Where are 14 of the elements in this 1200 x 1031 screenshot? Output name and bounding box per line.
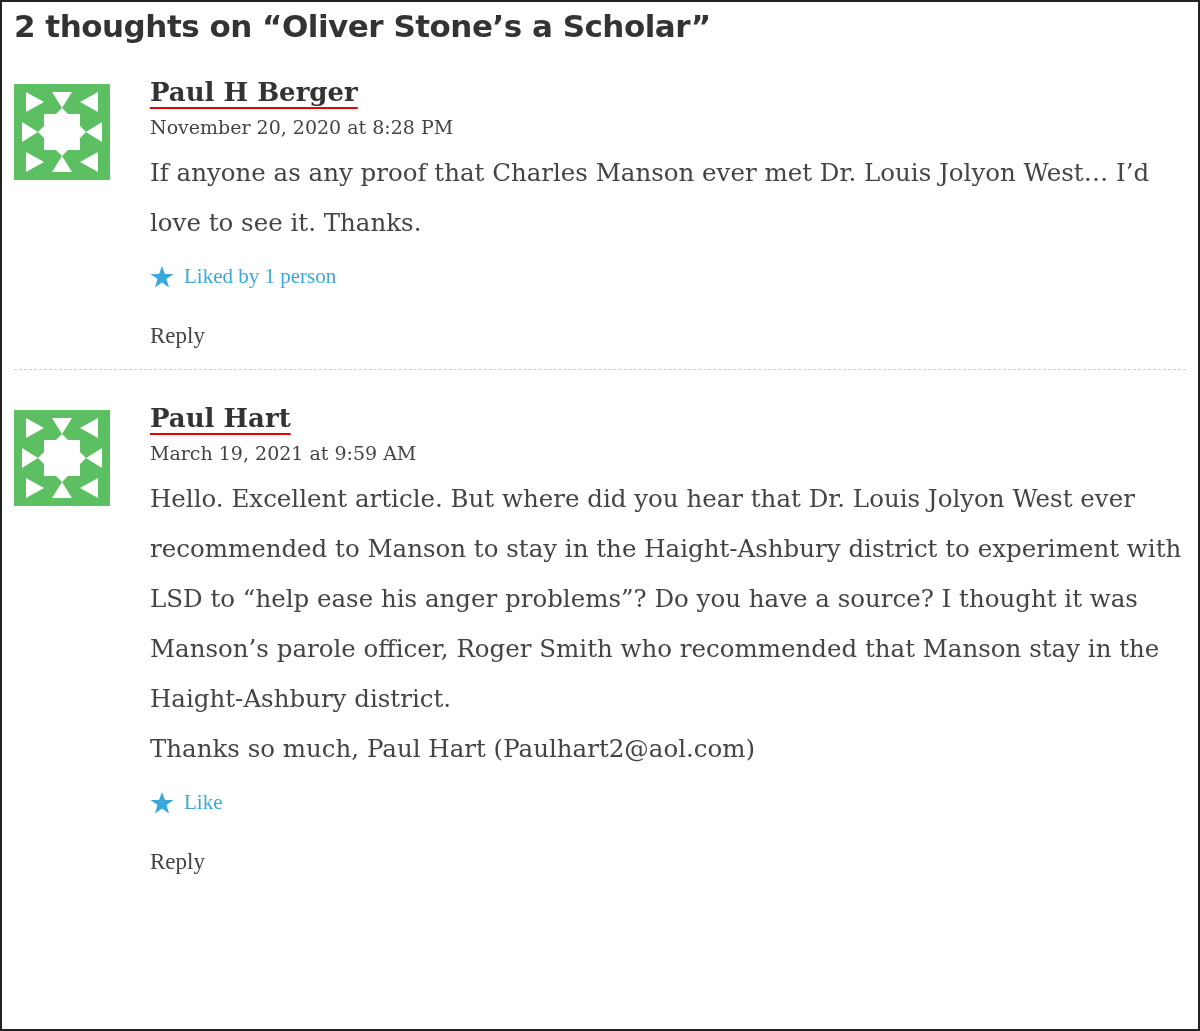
star-icon — [150, 790, 174, 815]
comment-date: November 20, 2020 at 8:28 PM — [150, 116, 454, 138]
comment-text: Hello. Excellent article. But where did you hear that Dr. Louis Jolyon West ever recommended to Manson to stay in the Haight-Ashbury district to experiment with LSD to “help ease his anger problems”? Do you have a source? I thought it was Manson’s parole officer, Roger Smith who recommended that Manson stay in the Haight-Ashbury district. — [150, 483, 1183, 715]
comments-heading: 2 thoughts on “Oliver Stone’s a Scholar” — [14, 8, 712, 44]
avatar-icon — [14, 410, 110, 506]
comment-date: March 19, 2021 at 9:59 AM — [150, 442, 417, 464]
avatar-icon — [14, 84, 110, 180]
reply-link[interactable]: Reply — [150, 849, 205, 875]
author-link[interactable]: Paul Hart — [150, 402, 291, 434]
comment-text: Thanks so much, Paul Hart (Paulhart2@aol.com) — [150, 733, 757, 765]
author-link[interactable]: Paul H Berger — [150, 76, 358, 108]
comment-text: If anyone as any proof that Charles Manson ever met Dr. Louis Jolyon West… I’d love to see it. Thanks. — [150, 157, 1151, 239]
reply-link[interactable]: Reply — [150, 323, 205, 349]
star-icon — [150, 264, 174, 289]
